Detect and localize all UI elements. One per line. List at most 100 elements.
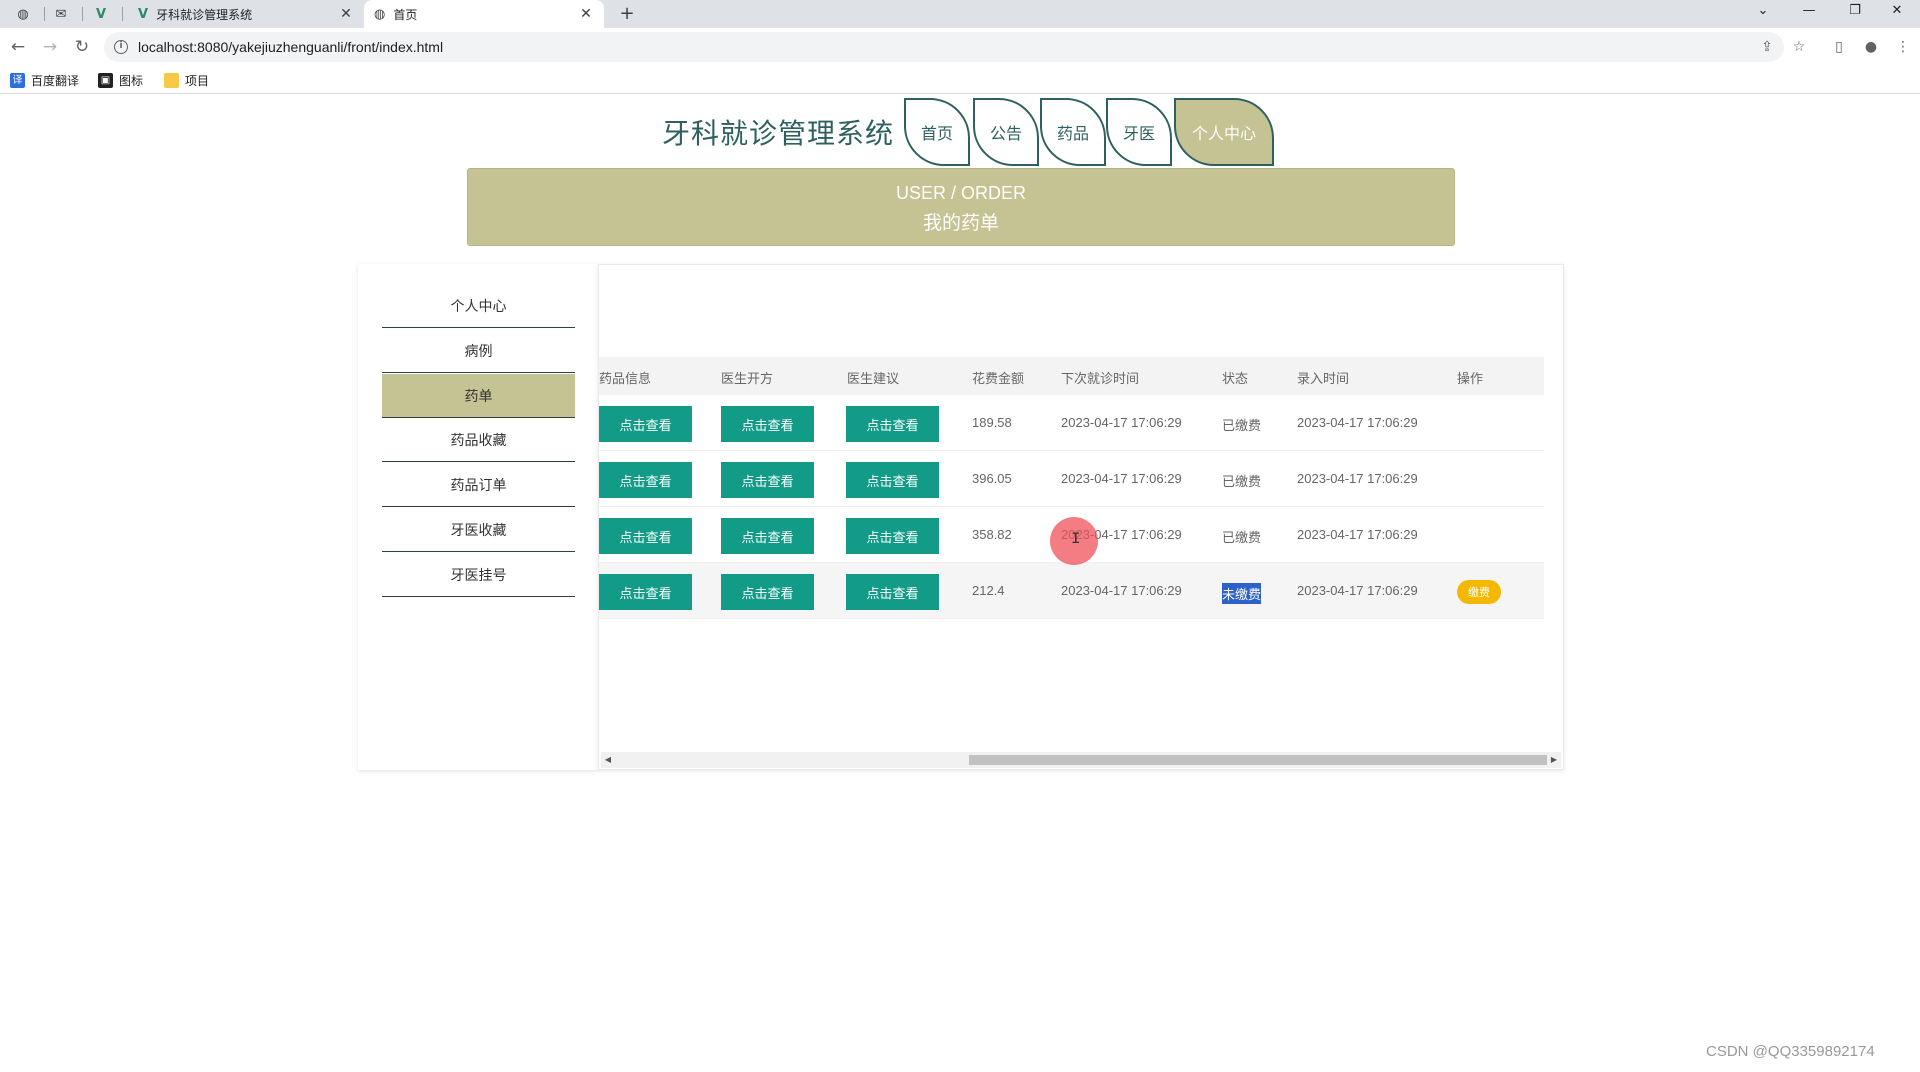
vue-icon: V (138, 6, 149, 22)
mail-icon[interactable]: ✉ (50, 4, 72, 24)
pay-button[interactable]: 缴费 (1457, 580, 1501, 604)
tab-system[interactable]: V 牙科就诊管理系统 ✕ (128, 0, 364, 28)
sidebar-item-medicine-orders[interactable]: 药品订单 (382, 463, 575, 507)
bookmark-project[interactable]: 项目 (164, 71, 209, 89)
scrollbar-thumb[interactable] (969, 755, 1547, 765)
sidebar-item-dentist-registration[interactable]: 牙医挂号 (382, 553, 575, 597)
tab-search-icon[interactable]: ⌄ (1740, 0, 1786, 24)
scroll-left-icon[interactable]: ◀ (601, 752, 615, 768)
nav-dentist[interactable]: 牙医 (1106, 98, 1172, 166)
tab-home[interactable]: ◍ 首页 ✕ (364, 0, 604, 28)
site-title: 牙科就诊管理系统 (662, 117, 895, 150)
view-prescription-button[interactable]: 点击查看 (721, 518, 814, 554)
bookmark-baidu-translate[interactable]: 译 百度翻译 (10, 71, 79, 89)
text-cursor-icon: I (1071, 530, 1081, 548)
new-tab-button[interactable]: + (616, 3, 638, 25)
restore-button[interactable]: ❐ (1832, 0, 1878, 24)
column-header: 操作 (1457, 372, 1484, 387)
page-banner: USER / ORDER 我的药单 (467, 168, 1455, 246)
nav-notice[interactable]: 公告 (973, 98, 1039, 166)
table-row: 点击查看 点击查看 点击查看 212.4 2023-04-17 17:06:29… (599, 563, 1544, 619)
view-medicine-button[interactable]: 点击查看 (599, 518, 692, 554)
bookmark-label: 项目 (185, 73, 210, 88)
profile-icon[interactable]: ● (1860, 36, 1882, 58)
status-cell: 未缴费 (1222, 583, 1262, 604)
back-arrow-icon[interactable]: ← (6, 35, 30, 59)
prescription-table-panel: 药品信息 医生开方 医生建议 花费金额 下次就诊时间 状态 录入时间 操作 点击… (598, 264, 1564, 770)
side-panel-icon[interactable]: ▯ (1828, 36, 1850, 58)
view-prescription-button[interactable]: 点击查看 (721, 574, 814, 610)
view-advice-button[interactable]: 点击查看 (846, 462, 939, 498)
minimize-button[interactable]: — (1786, 0, 1832, 24)
column-header: 药品信息 (599, 372, 652, 387)
view-advice-button[interactable]: 点击查看 (846, 574, 939, 610)
info-icon[interactable]: i (114, 40, 128, 54)
bookmark-label: 百度翻译 (31, 73, 80, 88)
amount-cell: 358.82 (972, 527, 1012, 542)
reload-icon[interactable]: ↻ (70, 35, 94, 59)
amount-cell: 396.05 (972, 471, 1012, 486)
view-prescription-button[interactable]: 点击查看 (721, 462, 814, 498)
table-header: 药品信息 医生开方 医生建议 花费金额 下次就诊时间 状态 录入时间 操作 (599, 357, 1544, 395)
created-time-cell: 2023-04-17 17:06:29 (1297, 527, 1418, 542)
translate-icon: 译 (10, 72, 25, 88)
view-prescription-button[interactable]: 点击查看 (721, 406, 814, 442)
bookmark-label: 图标 (119, 73, 144, 88)
column-header: 状态 (1222, 372, 1249, 387)
close-icon[interactable]: ✕ (578, 6, 594, 22)
user-sidebar: 个人中心 病例 药单 药品收藏 药品订单 牙医收藏 牙医挂号 (358, 264, 598, 770)
status-cell: 已缴费 (1222, 531, 1262, 546)
status-cell: 已缴费 (1222, 475, 1262, 490)
column-header: 医生开方 (721, 372, 774, 387)
nav-medicine[interactable]: 药品 (1040, 98, 1106, 166)
tab-separator (82, 7, 83, 21)
sidebar-item-cases[interactable]: 病例 (382, 329, 575, 373)
forward-arrow-icon[interactable]: → (38, 35, 62, 59)
view-advice-button[interactable]: 点击查看 (846, 518, 939, 554)
tab-separator (122, 7, 123, 21)
browser-tab-bar: ◍ ✉ V V 牙科就诊管理系统 ✕ ◍ 首页 ✕ + ⌄ — ❐ ✕ (0, 0, 1920, 28)
view-medicine-button[interactable]: 点击查看 (599, 406, 692, 442)
table-row: 点击查看 点击查看 点击查看 396.05 2023-04-17 17:06:2… (599, 451, 1544, 507)
sidebar-item-dentist-favorites[interactable]: 牙医收藏 (382, 508, 575, 552)
image-icon: ▣ (98, 72, 113, 88)
bookmarks-bar: 译 百度翻译 ▣ 图标 项目 (0, 66, 1920, 94)
next-visit-cell: 2023-04-17 17:06:29 (1061, 583, 1182, 598)
watermark: CSDN @QQ3359892174 (1706, 1043, 1875, 1060)
window-close-button[interactable]: ✕ (1874, 0, 1920, 24)
tab-title: 首页 (393, 7, 418, 22)
view-medicine-button[interactable]: 点击查看 (599, 462, 692, 498)
bookmark-icons[interactable]: ▣ 图标 (98, 71, 143, 89)
tab-title: 牙科就诊管理系统 (156, 7, 253, 22)
star-icon[interactable]: ☆ (1788, 36, 1810, 58)
column-header: 录入时间 (1297, 372, 1350, 387)
url-text[interactable]: localhost:8080/yakejiuzhenguanli/front/i… (138, 39, 443, 55)
browser-toolbar: ← → ↻ i localhost:8080/yakejiuzhenguanli… (0, 28, 1920, 66)
amount-cell: 212.4 (972, 583, 1005, 598)
status-cell: 已缴费 (1222, 419, 1262, 434)
sidebar-item-medicine-favorites[interactable]: 药品收藏 (382, 418, 575, 462)
close-icon[interactable]: ✕ (338, 6, 354, 22)
share-icon[interactable]: ⇪ (1756, 36, 1778, 58)
sidebar-item-user-center[interactable]: 个人中心 (382, 284, 575, 328)
next-visit-cell: 2023-04-17 17:06:29 (1061, 471, 1182, 486)
amount-cell: 189.58 (972, 415, 1012, 430)
globe-icon[interactable]: ◍ (12, 4, 34, 24)
address-bar[interactable]: i localhost:8080/yakejiuzhenguanli/front… (104, 32, 1784, 62)
table-row: 点击查看 点击查看 点击查看 189.58 2023-04-17 17:06:2… (599, 395, 1544, 451)
nav-home[interactable]: 首页 (904, 98, 970, 166)
column-header: 下次就诊时间 (1061, 372, 1140, 387)
column-header: 医生建议 (847, 372, 900, 387)
view-advice-button[interactable]: 点击查看 (846, 406, 939, 442)
column-header: 花费金额 (972, 372, 1025, 387)
sidebar-item-prescriptions[interactable]: 药单 (382, 374, 575, 418)
scroll-right-icon[interactable]: ▶ (1547, 752, 1561, 768)
menu-icon[interactable]: ⋮ (1892, 36, 1914, 58)
nav-user-center[interactable]: 个人中心 (1174, 98, 1274, 166)
vue-icon[interactable]: V (90, 4, 112, 24)
horizontal-scrollbar[interactable]: ◀ ▶ (601, 752, 1561, 768)
created-time-cell: 2023-04-17 17:06:29 (1297, 583, 1418, 598)
view-medicine-button[interactable]: 点击查看 (599, 574, 692, 610)
folder-icon (164, 72, 179, 88)
created-time-cell: 2023-04-17 17:06:29 (1297, 471, 1418, 486)
